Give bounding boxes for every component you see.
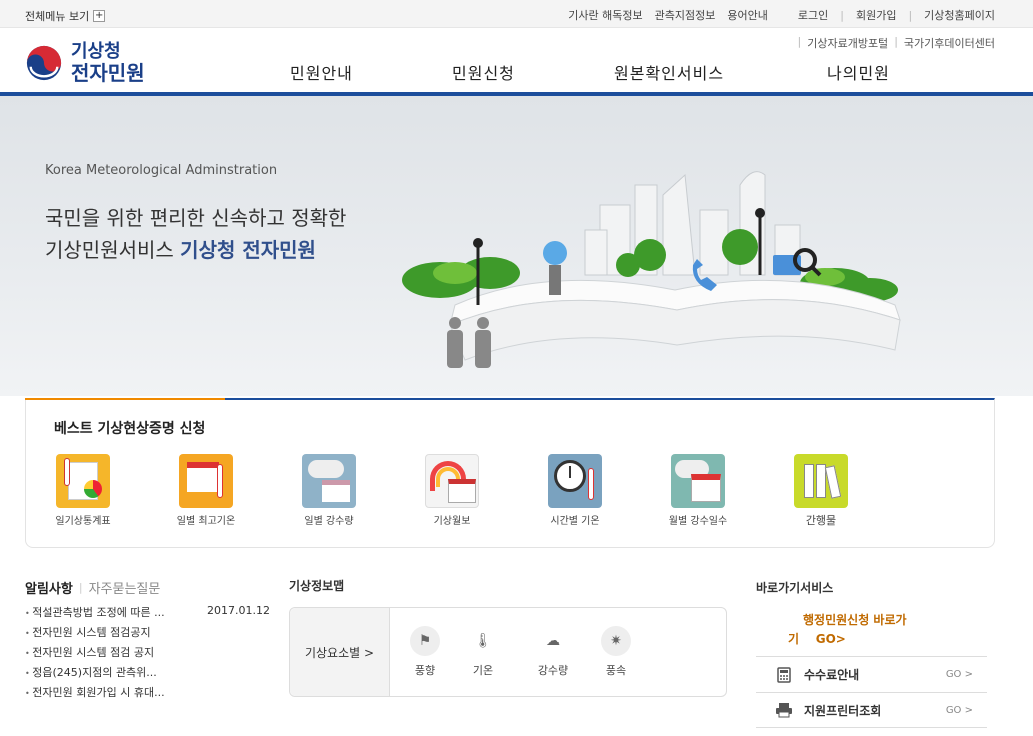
thermometer-icon: 🌡 xyxy=(474,633,492,649)
shortcut-title: 바로가기서비스 xyxy=(756,581,834,595)
divider: | xyxy=(908,8,913,22)
notice-title: 정읍(245)지점의 관측위... xyxy=(25,664,157,680)
weather-item-label: 강수량 xyxy=(537,664,569,677)
divider: | xyxy=(894,35,898,48)
notice-tabs: 알림사항 | 자주묻는질문 xyxy=(25,578,160,597)
open-data-portal-link[interactable]: 기상자료개방포털 xyxy=(807,35,888,51)
weather-item-precipitation[interactable]: ☁ 강수량 xyxy=(528,626,578,678)
weather-item-wind-direction[interactable]: ⚑ 풍향 xyxy=(400,626,450,678)
best-item-label: 간행물 xyxy=(805,514,837,527)
hero-english: Korea Meteorological Adminstration xyxy=(45,163,278,178)
all-menu-toggle[interactable]: 전체메뉴 보기 + xyxy=(25,8,106,24)
weather-item-label: 풍향 xyxy=(414,664,436,677)
logo-line2: 전자민원 xyxy=(71,61,145,85)
divider: | xyxy=(840,8,844,22)
nav-my-civil[interactable]: 나의민원 xyxy=(827,60,890,84)
main-nav: 민원안내 민원신청 원본확인서비스 나의민원 xyxy=(290,60,890,84)
notice-title: 적설관측방법 조정에 따른 ... xyxy=(25,604,164,620)
hero-line2-bold: 기상청 전자민원 xyxy=(180,238,316,262)
notice-row[interactable]: 전자민원 시스템 점검공지 xyxy=(25,624,270,640)
rain-cloud-icon: ☁ xyxy=(546,633,560,649)
util-link-glossary[interactable]: 용어안내 xyxy=(727,7,767,23)
best-item-daily-precip[interactable]: 일별 강수량 xyxy=(294,454,364,527)
logo-line1: 기상청 xyxy=(71,41,121,62)
util-link-stations[interactable]: 관측지점정보 xyxy=(655,7,716,23)
best-item-daily-stats[interactable]: 일기상통계표 xyxy=(48,454,118,527)
kma-emblem-icon xyxy=(26,45,62,81)
best-item-label: 일별 강수량 xyxy=(304,516,354,527)
divider: | xyxy=(797,35,802,48)
weather-item-label: 풍속 xyxy=(605,664,627,677)
climate-data-center-link[interactable]: 국가기후데이터센터 xyxy=(904,35,995,51)
accent-line xyxy=(25,398,225,400)
divider: | xyxy=(78,581,83,594)
site-logo[interactable]: 기상청 전자민원 xyxy=(25,42,145,84)
best-item-monthly-precip-days[interactable]: 월별 강수일수 xyxy=(663,454,733,527)
featured-shortcut-line2[interactable]: 기 GO> xyxy=(788,630,846,647)
rainbow-calendar-icon xyxy=(425,454,479,508)
best-item-label: 일별 최고기온 xyxy=(176,516,236,527)
kma-home-link[interactable]: 기상청홈페이지 xyxy=(924,7,995,23)
notice-title: 전자민원 시스템 점검 공지 xyxy=(25,644,154,660)
hero-line2: 기상민원서비스 기상청 전자민원 xyxy=(45,234,316,263)
notice-date: 2017.01.12 xyxy=(207,604,270,617)
element-selector[interactable]: 기상요소별 > xyxy=(290,608,390,696)
best-item-label: 기상월보 xyxy=(433,516,471,527)
rain-calendar-icon xyxy=(302,454,356,508)
notice-row[interactable]: 전자민원 회원가입 시 휴대... xyxy=(25,684,270,700)
wind-speed-icon: ✷ xyxy=(601,626,631,656)
calculator-icon xyxy=(774,666,794,683)
signup-link[interactable]: 회원가입 xyxy=(856,7,896,23)
weather-item-label: 기온 xyxy=(472,664,494,677)
nav-civil-guide[interactable]: 민원안내 xyxy=(290,60,452,84)
hero-book-illustration xyxy=(402,171,901,368)
shortcut-row-fees[interactable]: 수수료안내 GO > xyxy=(756,656,987,692)
shortcut-name: 지원프린터조회 xyxy=(804,703,882,718)
go-link[interactable]: GO > xyxy=(946,669,973,680)
best-item-hourly-temp[interactable]: 시간별 기온 xyxy=(540,454,610,527)
tab-faq[interactable]: 자주묻는질문 xyxy=(89,578,161,597)
login-link[interactable]: 로그인 xyxy=(798,7,828,23)
hero-line1: 국민을 위한 편리한 신속하고 정확한 xyxy=(45,206,347,230)
hero-line2-plain: 기상민원서비스 xyxy=(45,238,181,262)
utility-links: 기사란 해독정보 관측지점정보 용어안내 로그인 | 회원가입 | 기상청홈페이… xyxy=(568,7,995,23)
notice-row[interactable]: 정읍(245)지점의 관측위... xyxy=(25,664,270,680)
go-link[interactable]: GO > xyxy=(946,705,973,716)
best-item-label: 시간별 기온 xyxy=(550,516,600,527)
best-item-label: 월별 강수일수 xyxy=(668,516,728,527)
plus-icon: + xyxy=(93,10,106,22)
all-menu-label: 전체메뉴 보기 xyxy=(25,10,90,23)
binders-icon xyxy=(794,454,848,508)
best-item-label: 일기상통계표 xyxy=(55,516,111,527)
nav-original-check[interactable]: 원본확인서비스 xyxy=(614,60,827,84)
weather-map-box: 기상요소별 > ⚑ 풍향 🌡 기온 ☁ 강수량 ✷ 풍속 xyxy=(289,607,727,697)
rain-calendar-icon xyxy=(671,454,725,508)
tab-notices[interactable]: 알림사항 xyxy=(25,578,73,597)
best-title: 베스트 기상현상증명 신청 xyxy=(54,421,206,437)
notice-title: 전자민원 시스템 점검공지 xyxy=(25,624,150,640)
wind-vane-icon: ⚑ xyxy=(410,626,440,656)
stats-sheet-icon xyxy=(56,454,110,508)
weather-map-title: 기상정보맵 xyxy=(289,579,345,593)
best-item-monthly-report[interactable]: 기상월보 xyxy=(417,454,487,527)
best-section: 베스트 기상현상증명 신청 일기상통계표 일별 최고기온 일별 강수량 기상월보… xyxy=(25,398,995,548)
notice-title: 전자민원 회원가입 시 휴대... xyxy=(25,684,164,700)
weather-item-temperature[interactable]: 🌡 기온 xyxy=(458,626,508,678)
clock-thermometer-icon xyxy=(548,454,602,508)
best-item-daily-max-temp[interactable]: 일별 최고기온 xyxy=(171,454,241,527)
util-link-reading[interactable]: 기사란 해독정보 xyxy=(568,7,642,23)
shortcut-row-printers[interactable]: 지원프린터조회 GO > xyxy=(756,692,987,728)
notice-row[interactable]: 적설관측방법 조정에 따른 ... 2017.01.12 xyxy=(25,604,270,620)
best-item-publications[interactable]: 간행물 xyxy=(786,454,856,528)
shortcut-name: 수수료안내 xyxy=(804,668,860,682)
weather-item-wind-speed[interactable]: ✷ 풍속 xyxy=(591,626,641,678)
calendar-thermometer-icon xyxy=(179,454,233,508)
printer-icon xyxy=(774,702,794,718)
notice-row[interactable]: 전자민원 시스템 점검 공지 xyxy=(25,644,270,660)
featured-shortcut-line1[interactable]: 행정민원신청 바로가 xyxy=(803,611,907,628)
nav-civil-apply[interactable]: 민원신청 xyxy=(452,60,614,84)
data-portal-links: | 기상자료개방포털 | 국가기후데이터센터 xyxy=(798,35,996,51)
